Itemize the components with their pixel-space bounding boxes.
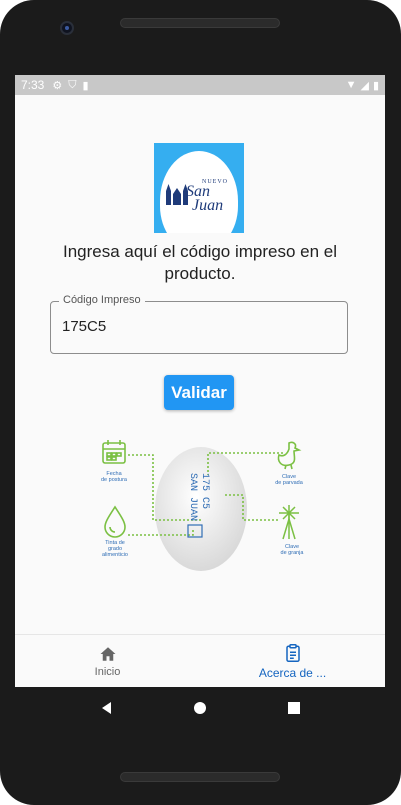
validate-button[interactable]: Validar (164, 375, 234, 410)
system-nav-bar (0, 687, 401, 729)
nav-item-inicio[interactable]: Inicio (15, 635, 200, 687)
label-parvada: Clave de parvada (275, 474, 303, 486)
label-tinta: Tinta de grado alimenticio (102, 540, 128, 558)
status-bar: 7:33 ⚙ ⛉ ▮ ▼ ◢ ▮ (15, 75, 385, 95)
home-icon (100, 646, 115, 661)
label-fecha: Fecha de postura (101, 471, 128, 483)
brand-logo: NUEVO San Juan (154, 143, 244, 233)
front-camera (60, 21, 74, 35)
nav-item-acerca[interactable]: Acerca de ... (200, 635, 385, 687)
wifi-icon: ▼ (345, 79, 357, 91)
home-circle-icon[interactable] (192, 700, 208, 716)
calendar-icon (102, 440, 126, 464)
code-input-value[interactable]: 175C5 (62, 318, 106, 335)
nav-item-label: Inicio (94, 665, 121, 678)
status-time: 7:33 (21, 78, 45, 92)
drop-icon (104, 505, 126, 538)
label-granja: Clave de granja (281, 544, 305, 556)
recents-icon[interactable] (286, 700, 302, 716)
logo-brand-line2: Juan (192, 197, 224, 214)
code-input[interactable]: Código Impreso 175C5 (50, 294, 348, 354)
chicken-icon (277, 441, 302, 470)
signal-icon: ◢ (360, 79, 369, 92)
phone-frame: 7:33 ⚙ ⛉ ▮ ▼ ◢ ▮ NUEVO San Juan Ingresa … (0, 0, 401, 805)
top-speaker (120, 18, 280, 28)
egg-code-diagram: SAN JUAN 175 C5 Fecha de postura Tinta de… (101, 440, 305, 571)
shield-icon: ⛉ (68, 78, 77, 91)
bottom-nav: Inicio Acerca de ... (15, 634, 385, 687)
church-icon (166, 184, 188, 205)
sd-card-icon: ▮ (82, 79, 89, 92)
gear-icon: ⚙ (52, 79, 63, 92)
windmill-icon (279, 505, 299, 540)
code-input-label: Código Impreso (59, 294, 145, 306)
nav-item-label: Acerca de ... (258, 665, 327, 680)
egg-print-line2: 175 C5 (199, 473, 210, 509)
clipboard-icon (285, 643, 300, 662)
app-screen: 7:33 ⚙ ⛉ ▮ ▼ ◢ ▮ NUEVO San Juan Ingresa … (15, 75, 385, 687)
instruction-text: Ingresa aquí el código impreso en el pro… (62, 242, 338, 283)
back-icon[interactable] (99, 700, 115, 716)
battery-icon: ▮ (372, 79, 379, 92)
egg-print-line1: SAN JUAN (187, 473, 198, 521)
bottom-speaker (120, 772, 280, 782)
